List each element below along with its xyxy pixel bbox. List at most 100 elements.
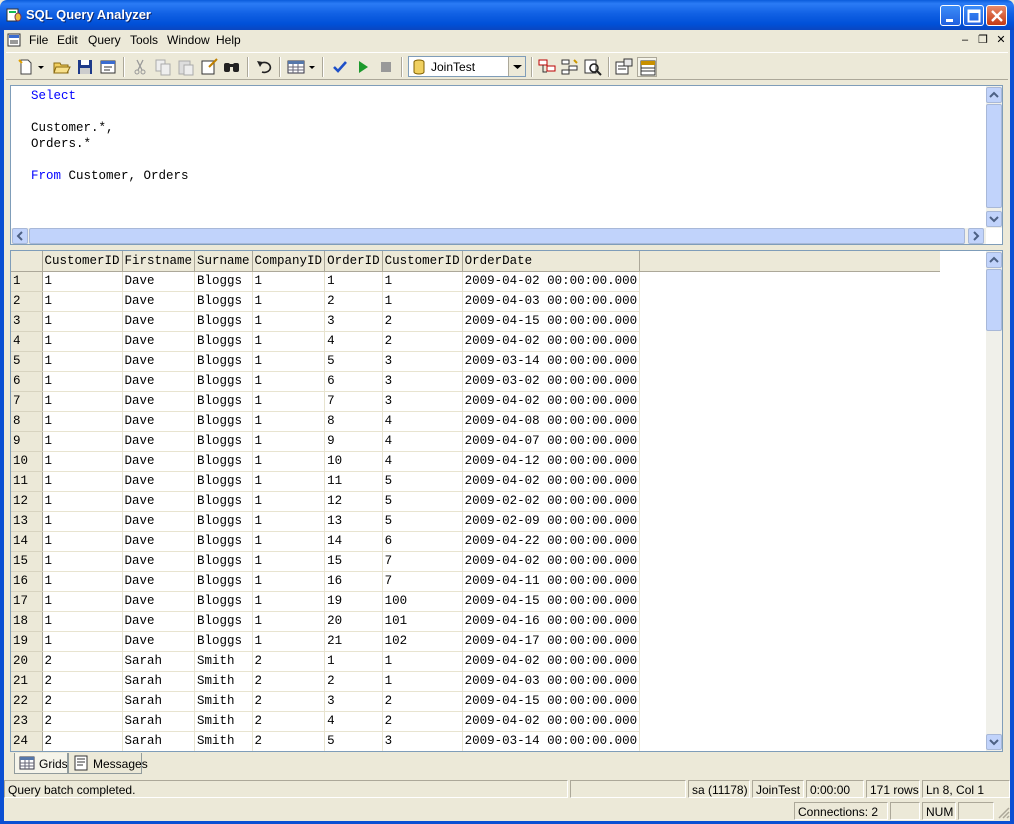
column-header[interactable]: Firstname	[122, 251, 196, 272]
table-row[interactable]: 5 1 Dave Bloggs 1 5 3 2009-03-14 00:00:00.000	[11, 351, 940, 372]
table-cell[interactable]: 2009-04-02 00:00:00.000	[462, 471, 641, 492]
table-cell[interactable]: 1	[252, 611, 326, 632]
menu-window[interactable]: Window	[167, 33, 210, 47]
table-cell[interactable]: Bloggs	[194, 351, 253, 372]
table-cell[interactable]: 2009-04-15 00:00:00.000	[462, 591, 641, 612]
table-cell[interactable]: 2009-02-02 00:00:00.000	[462, 491, 641, 512]
table-cell[interactable]: 7	[324, 391, 383, 412]
table-cell[interactable]: 2009-04-03 00:00:00.000	[462, 671, 641, 692]
parse-query-button[interactable]	[330, 57, 350, 77]
table-cell[interactable]: 20	[324, 611, 383, 632]
table-cell[interactable]: 2	[252, 691, 326, 712]
table-cell[interactable]: 14	[324, 531, 383, 552]
table-cell[interactable]: 3	[324, 691, 383, 712]
table-cell[interactable]: 1	[252, 371, 326, 392]
table-cell[interactable]: 2009-04-02 00:00:00.000	[462, 331, 641, 352]
table-cell[interactable]: Bloggs	[194, 431, 253, 452]
row-number[interactable]: 8	[11, 411, 43, 432]
code-line[interactable]: Customer.*,	[31, 120, 189, 136]
table-cell[interactable]: 6	[382, 531, 463, 552]
table-cell[interactable]: Smith	[194, 691, 253, 712]
table-cell[interactable]: 16	[324, 571, 383, 592]
table-cell[interactable]: 1	[252, 631, 326, 652]
table-cell[interactable]: 2	[382, 691, 463, 712]
table-cell[interactable]: 1	[42, 311, 123, 332]
table-row[interactable]: 13 1 Dave Bloggs 1 13 5 2009-02-09 00:00:00.000	[11, 511, 940, 532]
mdi-minimize-button[interactable]: –	[958, 33, 972, 47]
table-cell[interactable]: Bloggs	[194, 311, 253, 332]
database-selector-arrow[interactable]	[508, 57, 525, 76]
table-cell[interactable]: Dave	[122, 291, 196, 312]
results-grid[interactable]: CustomerID Firstname Surname CompanyID Order…	[10, 250, 1003, 752]
table-cell[interactable]: 2009-04-02 00:00:00.000	[462, 551, 641, 572]
table-cell[interactable]: 2009-03-14 00:00:00.000	[462, 351, 641, 372]
table-cell[interactable]: 5	[324, 351, 383, 372]
table-cell[interactable]: 15	[324, 551, 383, 572]
table-cell[interactable]: 1	[42, 591, 123, 612]
table-cell[interactable]: 2	[42, 691, 123, 712]
column-header[interactable]: OrderDate	[462, 251, 641, 272]
table-cell[interactable]: 2009-02-09 00:00:00.000	[462, 511, 641, 532]
table-cell[interactable]: Dave	[122, 511, 196, 532]
menu-query[interactable]: Query	[88, 33, 121, 47]
table-cell[interactable]: 5	[382, 471, 463, 492]
table-cell[interactable]: Dave	[122, 611, 196, 632]
table-cell[interactable]: 21	[324, 631, 383, 652]
row-number[interactable]: 22	[11, 691, 43, 712]
table-row[interactable]: 2 1 Dave Bloggs 1 2 1 2009-04-03 00:00:00.000	[11, 291, 940, 312]
table-cell[interactable]: 2	[252, 671, 326, 692]
show-results-pane-button[interactable]	[637, 57, 657, 77]
table-cell[interactable]: Dave	[122, 271, 196, 292]
minimize-button[interactable]	[940, 5, 961, 26]
table-row[interactable]: 19 1 Dave Bloggs 1 21 102 2009-04-17 00:00:00.0…	[11, 631, 940, 652]
table-row[interactable]: 17 1 Dave Bloggs 1 19 100 2009-04-15 00:00:00.0…	[11, 591, 940, 612]
table-cell[interactable]: Dave	[122, 371, 196, 392]
table-cell[interactable]: 2009-03-14 00:00:00.000	[462, 731, 641, 751]
table-cell[interactable]: 1	[252, 451, 326, 472]
clear-window-button[interactable]	[199, 57, 219, 77]
editor-hscroll-thumb[interactable]	[29, 228, 965, 244]
table-cell[interactable]: 2009-04-02 00:00:00.000	[462, 651, 641, 672]
table-cell[interactable]: 1	[42, 291, 123, 312]
table-cell[interactable]: 1	[42, 571, 123, 592]
table-cell[interactable]: 1	[42, 511, 123, 532]
column-header[interactable]: CompanyID	[252, 251, 326, 272]
table-cell[interactable]: 1	[42, 331, 123, 352]
table-row[interactable]: 16 1 Dave Bloggs 1 16 7 2009-04-11 00:00:00.000	[11, 571, 940, 592]
row-number[interactable]: 14	[11, 531, 43, 552]
table-cell[interactable]: 2009-04-08 00:00:00.000	[462, 411, 641, 432]
table-cell[interactable]: 12	[324, 491, 383, 512]
code-line[interactable]: Orders.*	[31, 136, 189, 152]
table-row[interactable]: 7 1 Dave Bloggs 1 7 3 2009-04-02 00:00:00.000	[11, 391, 940, 412]
editor-vscroll-thumb[interactable]	[986, 104, 1002, 208]
table-row[interactable]: 22 2 Sarah Smith 2 3 2 2009-04-15 00:00:00.000	[11, 691, 940, 712]
column-header[interactable]: OrderID	[324, 251, 383, 272]
table-cell[interactable]: 1	[324, 651, 383, 672]
mdi-close-button[interactable]: ✕	[994, 33, 1008, 47]
table-cell[interactable]: 100	[382, 591, 463, 612]
table-cell[interactable]: Bloggs	[194, 491, 253, 512]
row-number[interactable]: 4	[11, 331, 43, 352]
resize-grip-icon[interactable]	[996, 805, 1010, 819]
table-cell[interactable]: Sarah	[122, 691, 196, 712]
table-cell[interactable]: 1	[252, 411, 326, 432]
table-cell[interactable]: Dave	[122, 531, 196, 552]
table-row[interactable]: 10 1 Dave Bloggs 1 10 4 2009-04-12 00:00:00.000	[11, 451, 940, 472]
table-row[interactable]: 20 2 Sarah Smith 2 1 1 2009-04-02 00:00:00.000	[11, 651, 940, 672]
table-cell[interactable]: 3	[382, 391, 463, 412]
table-row[interactable]: 23 2 Sarah Smith 2 4 2 2009-04-02 00:00:00.000	[11, 711, 940, 732]
title-bar[interactable]: SQL Query Analyzer	[0, 0, 1014, 30]
table-cell[interactable]: 1	[252, 491, 326, 512]
table-row[interactable]: 14 1 Dave Bloggs 1 14 6 2009-04-22 00:00:00.000	[11, 531, 940, 552]
table-cell[interactable]: 2009-04-17 00:00:00.000	[462, 631, 641, 652]
table-row[interactable]: 11 1 Dave Bloggs 1 11 5 2009-04-02 00:00:00.000	[11, 471, 940, 492]
table-cell[interactable]: 1	[382, 671, 463, 692]
table-cell[interactable]: 1	[252, 351, 326, 372]
tab-grids[interactable]: Grids	[14, 753, 68, 774]
table-cell[interactable]: 10	[324, 451, 383, 472]
table-cell[interactable]: Bloggs	[194, 551, 253, 572]
table-cell[interactable]: 1	[252, 591, 326, 612]
tab-messages[interactable]: Messages	[68, 753, 148, 774]
table-cell[interactable]: 1	[252, 271, 326, 292]
table-cell[interactable]: Dave	[122, 591, 196, 612]
